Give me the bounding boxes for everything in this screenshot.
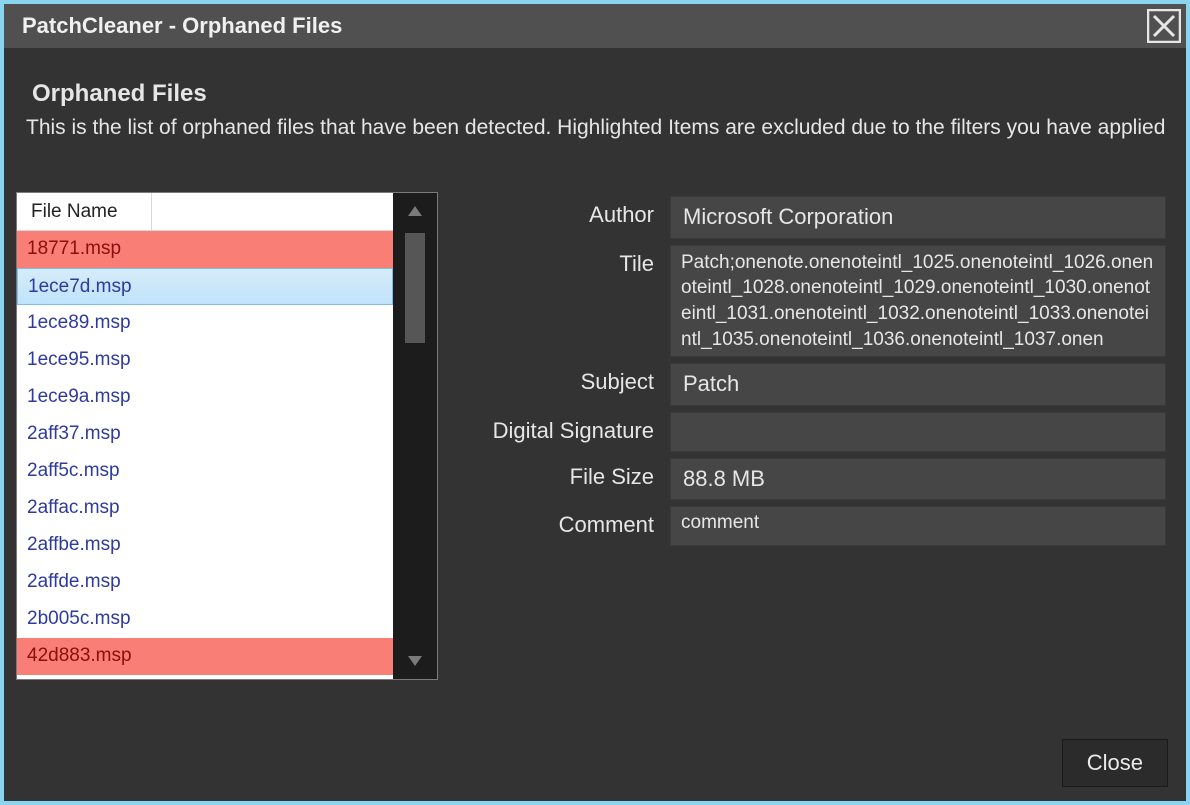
detail-label-subject: Subject [468, 363, 670, 395]
file-list-header-cell[interactable]: File Name [17, 193, 152, 230]
file-row[interactable]: 1ece89.msp [17, 305, 393, 342]
detail-label-size: File Size [468, 458, 670, 490]
detail-row-subject: Subject Patch [468, 363, 1166, 406]
titlebar: PatchCleaner - Orphaned Files [4, 4, 1186, 48]
detail-label-tile: Tile [468, 245, 670, 277]
file-row[interactable]: 1ece95.msp [17, 342, 393, 379]
scroll-track[interactable] [393, 229, 437, 643]
file-list-items: 18771.msp1ece7d.msp1ece89.msp1ece95.msp1… [17, 231, 393, 679]
file-list-column: File Name 18771.msp1ece7d.msp1ece89.msp1… [17, 193, 393, 679]
close-icon [1147, 9, 1181, 43]
chevron-down-icon [408, 656, 422, 666]
close-button[interactable]: Close [1062, 739, 1168, 787]
file-row[interactable]: 1ece9a.msp [17, 379, 393, 416]
file-row[interactable]: 42d883.msp [17, 638, 393, 675]
file-list: File Name 18771.msp1ece7d.msp1ece89.msp1… [16, 192, 438, 680]
file-row[interactable]: 2affbe.msp [17, 527, 393, 564]
file-row[interactable]: 2affde.msp [17, 564, 393, 601]
detail-value-size: 88.8 MB [670, 458, 1166, 501]
dialog-content: Orphaned Files This is the list of orpha… [4, 48, 1186, 801]
scroll-up-button[interactable] [393, 193, 437, 229]
chevron-up-icon [408, 206, 422, 216]
dialog-window: PatchCleaner - Orphaned Files Orphaned F… [4, 4, 1186, 801]
detail-row-tile: Tile Patch;onenote.onenoteintl_1025.onen… [468, 245, 1166, 358]
section-description: This is the list of orphaned files that … [26, 116, 1166, 140]
details-panel: Author Microsoft Corporation Tile Patch;… [468, 192, 1166, 680]
window-title: PatchCleaner - Orphaned Files [22, 13, 342, 39]
detail-label-signature: Digital Signature [468, 412, 670, 444]
scroll-down-button[interactable] [393, 643, 437, 679]
scroll-thumb[interactable] [405, 233, 425, 343]
detail-row-comment: Comment comment [468, 506, 1166, 546]
file-row[interactable]: 1ece7d.msp [17, 268, 393, 305]
detail-row-author: Author Microsoft Corporation [468, 196, 1166, 239]
file-row[interactable]: 2b005c.msp [17, 601, 393, 638]
scrollbar [393, 193, 437, 679]
file-row[interactable]: 2aff5c.msp [17, 453, 393, 490]
detail-value-comment: comment [670, 506, 1166, 546]
section-title: Orphaned Files [32, 80, 1166, 108]
detail-label-author: Author [468, 196, 670, 228]
detail-value-tile: Patch;onenote.onenoteintl_1025.onenotein… [670, 245, 1166, 358]
main-row: File Name 18771.msp1ece7d.msp1ece89.msp1… [24, 192, 1166, 680]
window-close-button[interactable] [1142, 4, 1186, 48]
file-row[interactable]: 2aff37.msp [17, 416, 393, 453]
detail-row-signature: Digital Signature [468, 412, 1166, 452]
file-list-header: File Name [17, 193, 393, 231]
file-row[interactable]: 2affac.msp [17, 490, 393, 527]
detail-value-subject: Patch [670, 363, 1166, 406]
detail-label-comment: Comment [468, 506, 670, 538]
detail-value-signature [670, 412, 1166, 452]
file-row[interactable]: 18771.msp [17, 231, 393, 268]
detail-value-author: Microsoft Corporation [670, 196, 1166, 239]
detail-row-size: File Size 88.8 MB [468, 458, 1166, 501]
